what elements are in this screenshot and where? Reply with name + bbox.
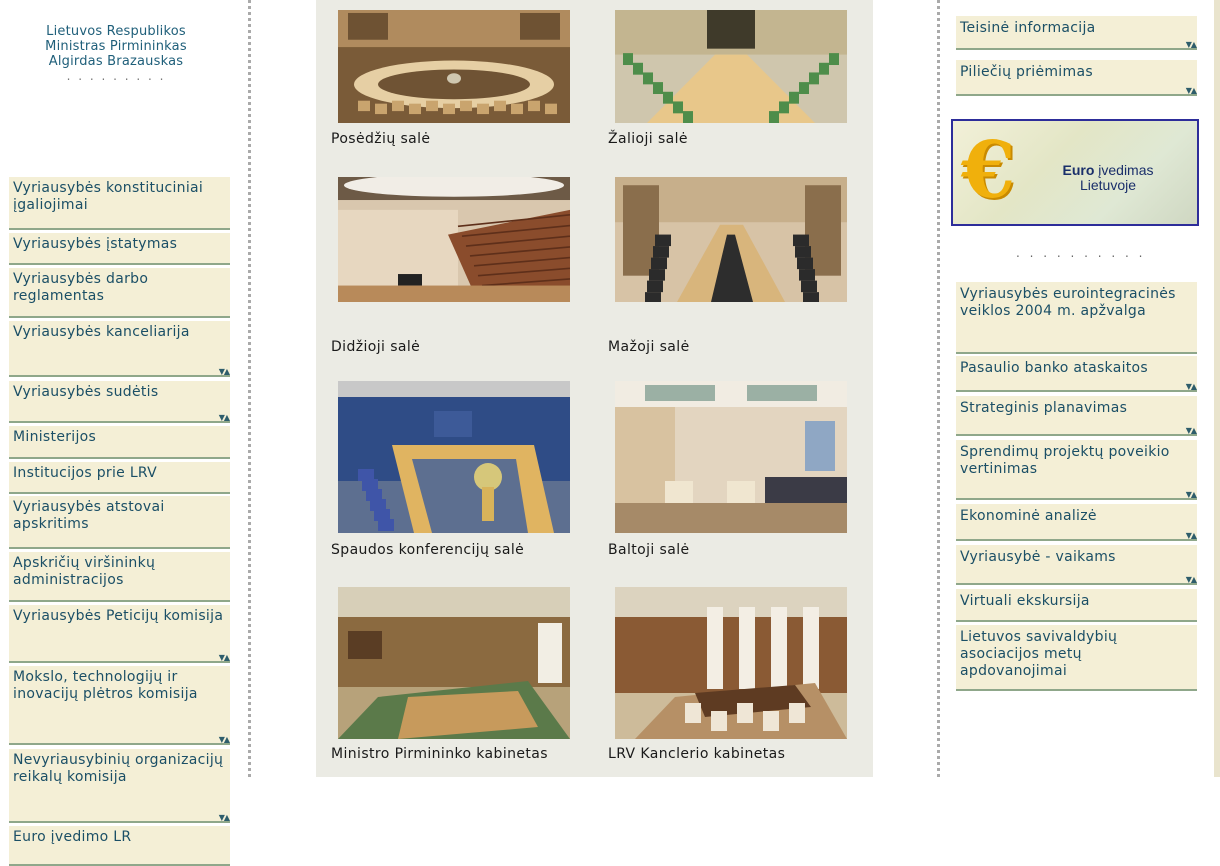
right-menu-item[interactable]: Strateginis planavimas ▼▲ (956, 396, 1197, 436)
hall-photo-image (338, 177, 570, 302)
right-menu-item[interactable]: Vyriausybės eurointegracinės veiklos 200… (956, 282, 1197, 354)
right-menu-item-label: Teisinė informacija (960, 20, 1096, 36)
hall-photo-image (338, 587, 570, 739)
sidebar-item[interactable]: Vyriausybės konstituciniai įgaliojimai (9, 177, 230, 230)
sidebar-item[interactable]: Vyriausybės sudėtis ▼▲ (9, 381, 230, 423)
sidebar-item[interactable]: Vyriausybės Peticijų komisija ▼▲ (9, 605, 230, 663)
expand-arrows-icon[interactable]: ▼▲ (1186, 576, 1197, 584)
hall-caption[interactable]: Posėdžių salė (331, 131, 430, 147)
hall-photo[interactable] (615, 177, 847, 302)
right-menu-item[interactable]: Lietuvos savivaldybių asociacijos metų a… (956, 625, 1197, 691)
expand-arrows-icon[interactable]: ▼▲ (1186, 41, 1197, 49)
banner-line2: Lietuvoje (1079, 177, 1137, 193)
expand-arrows-icon[interactable]: ▼▲ (219, 414, 230, 422)
right-menu-item[interactable]: Sprendimų projektų poveikio vertinimas ▼▲ (956, 440, 1197, 500)
hall-caption[interactable]: Mažoji salė (608, 339, 690, 355)
sidebar-item-label: Vyriausybės kanceliarija (13, 324, 190, 340)
pm-line: Algirdas Brazauskas (48, 54, 184, 69)
banner-rest: įvedimas (1098, 162, 1154, 178)
sidebar-item[interactable]: Vyriausybės kanceliarija ▼▲ (9, 321, 230, 377)
column-divider (937, 0, 940, 777)
right-menu-item-label: Pasaulio banko ataskaitos (960, 360, 1149, 376)
hall-photo[interactable] (338, 10, 570, 123)
right-menu-item-label: Vyriausybė - vaikams (960, 549, 1116, 565)
sidebar-item-label: Ministerijos (13, 429, 97, 445)
euro-banner[interactable]: € Euro įvedimas Lietuvoje (951, 119, 1199, 226)
right-menu-item-label: Lietuvos savivaldybių asociacijos metų a… (960, 629, 1118, 679)
hall-photo-image (615, 177, 847, 302)
column-divider (248, 0, 251, 777)
pm-line: Ministras Pirmininkas (45, 39, 187, 54)
expand-arrows-icon[interactable]: ▼▲ (1186, 383, 1197, 391)
expand-arrows-icon[interactable]: ▼▲ (219, 736, 230, 744)
right-menu-item-label: Ekonominė analizė (960, 508, 1097, 524)
sidebar-item[interactable]: Mokslo, technologijų ir inovacijų plėtro… (9, 666, 230, 745)
hall-photo-image (338, 381, 570, 533)
banner-text: Euro įvedimas Lietuvoje (1038, 163, 1178, 193)
right-menu-item[interactable]: Teisinė informacija ▼▲ (956, 16, 1197, 50)
sidebar-item[interactable]: Nevyriausybinių organizacijų reikalų kom… (9, 749, 230, 823)
right-menu-item[interactable]: Vyriausybė - vaikams ▼▲ (956, 545, 1197, 585)
sidebar-item-label: Vyriausybės Peticijų komisija (13, 608, 224, 624)
sidebar-item-label: Mokslo, technologijų ir inovacijų plėtro… (13, 669, 198, 702)
sidebar-item-label: Vyriausybės įstatymas (13, 236, 178, 252)
hall-photo[interactable] (615, 381, 847, 533)
hall-photo-image (615, 381, 847, 533)
right-menu-item[interactable]: Ekonominė analizė ▼▲ (956, 504, 1197, 541)
right-menu-item[interactable]: Piliečių priėmimas ▼▲ (956, 60, 1197, 96)
hall-photo[interactable] (615, 10, 847, 123)
right-menu-item-label: Piliečių priėmimas (960, 64, 1093, 80)
expand-arrows-icon[interactable]: ▼▲ (219, 368, 230, 376)
right-menu-item-label: Vyriausybės eurointegracinės veiklos 200… (960, 286, 1176, 319)
expand-arrows-icon[interactable]: ▼▲ (219, 814, 230, 822)
right-menu-item[interactable]: Pasaulio banko ataskaitos ▼▲ (956, 356, 1197, 392)
sidebar-item-label: Vyriausybės darbo reglamentas (13, 271, 149, 304)
hall-caption[interactable]: Baltoji salė (608, 542, 690, 558)
hall-caption[interactable]: Ministro Pirmininko kabinetas (331, 746, 548, 762)
sidebar-item[interactable]: Euro įvedimo LR (9, 826, 230, 866)
scrollbar[interactable] (1214, 0, 1220, 777)
hall-photo[interactable] (338, 381, 570, 533)
expand-arrows-icon[interactable]: ▼▲ (1186, 532, 1197, 540)
separator-dots: . . . . . . . . . (66, 69, 166, 83)
prime-minister-title[interactable]: Lietuvos Respublikos Ministras Pirminink… (0, 0, 232, 69)
sidebar-item[interactable]: Vyriausybės įstatymas (9, 233, 230, 265)
expand-arrows-icon[interactable]: ▼▲ (219, 654, 230, 662)
right-menu-item-label: Virtuali ekskursija (960, 593, 1090, 609)
hall-photo[interactable] (338, 177, 570, 302)
sidebar-item[interactable]: Vyriausybės darbo reglamentas (9, 268, 230, 318)
hall-caption[interactable]: Didžioji salė (331, 339, 420, 355)
expand-arrows-icon[interactable]: ▼▲ (1186, 427, 1197, 435)
hall-caption[interactable]: Spaudos konferencijų salė (331, 542, 524, 558)
hall-gallery: Posėdžių salė Žalioji salė Didžioji salė Ma… (316, 0, 873, 777)
expand-arrows-icon[interactable]: ▼▲ (1186, 87, 1197, 95)
expand-arrows-icon[interactable]: ▼▲ (1186, 491, 1197, 499)
sidebar-item[interactable]: Institucijos prie LRV (9, 462, 230, 494)
banner-bold: Euro (1062, 162, 1095, 178)
hall-caption[interactable]: LRV Kanclerio kabinetas (608, 746, 785, 762)
separator-dots: . . . . . . . . . . (1016, 246, 1146, 260)
sidebar-item-label: Nevyriausybinių organizacijų reikalų kom… (13, 752, 224, 785)
hall-photo-image (615, 587, 847, 739)
hall-caption[interactable]: Žalioji salė (608, 131, 688, 147)
sidebar-item-label: Institucijos prie LRV (13, 465, 158, 481)
sidebar-item[interactable]: Vyriausybės atstovai apskritims (9, 496, 230, 549)
sidebar-item-label: Vyriausybės atstovai apskritims (13, 499, 165, 532)
sidebar-item-label: Apskričių viršininkų administracijos (13, 555, 156, 588)
euro-icon: € (961, 125, 1016, 216)
right-menu-item[interactable]: Virtuali ekskursija (956, 589, 1197, 622)
hall-photo[interactable] (338, 587, 570, 739)
sidebar-item-label: Vyriausybės sudėtis (13, 384, 159, 400)
left-sidebar: Lietuvos Respublikos Ministras Pirminink… (0, 0, 232, 866)
sidebar-item-label: Euro įvedimo LR (13, 829, 132, 845)
sidebar-item[interactable]: Ministerijos (9, 426, 230, 459)
right-menu-item-label: Sprendimų projektų poveikio vertinimas (960, 444, 1170, 477)
hall-photo-image (615, 10, 847, 123)
sidebar-item-label: Vyriausybės konstituciniai įgaliojimai (13, 180, 204, 213)
hall-photo-image (338, 10, 570, 123)
right-menu-item-label: Strateginis planavimas (960, 400, 1128, 416)
hall-photo[interactable] (615, 587, 847, 739)
pm-line: Lietuvos Respublikos (46, 24, 186, 39)
sidebar-item[interactable]: Apskričių viršininkų administracijos (9, 552, 230, 602)
